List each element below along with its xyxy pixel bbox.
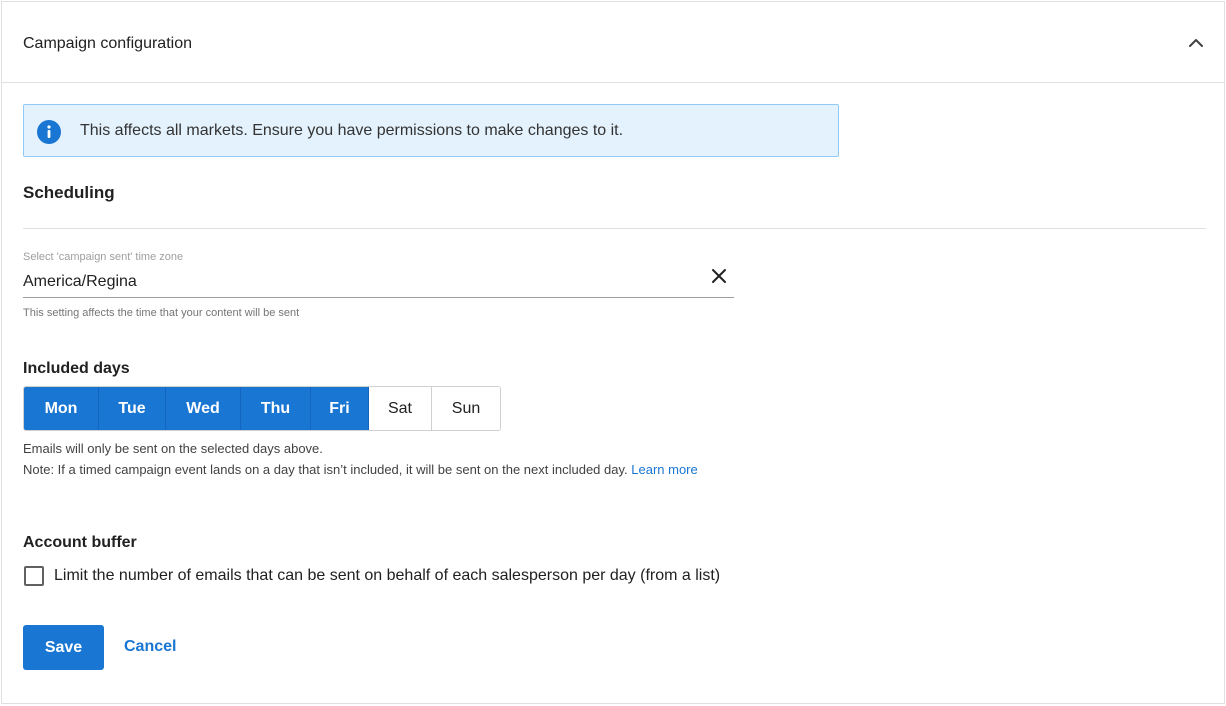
- info-icon: [37, 120, 61, 144]
- included-days-note: Emails will only be sent on the selected…: [23, 438, 723, 480]
- timezone-label: Select 'campaign sent' time zone: [23, 251, 184, 263]
- account-buffer-heading: Account buffer: [23, 534, 137, 551]
- day-toggle-mon[interactable]: Mon: [24, 387, 99, 430]
- days-note-line-1: Emails will only be sent on the selected…: [23, 441, 323, 456]
- day-toggle-sun[interactable]: Sun: [432, 387, 500, 430]
- day-toggle-wed[interactable]: Wed: [166, 387, 241, 430]
- cancel-button[interactable]: Cancel: [124, 638, 176, 656]
- day-toggle-thu[interactable]: Thu: [241, 387, 311, 430]
- close-icon[interactable]: [708, 265, 730, 287]
- timezone-select[interactable]: America/Regina: [23, 273, 137, 291]
- campaign-configuration-panel: Campaign configuration This affects all …: [1, 1, 1225, 704]
- scheduling-heading: Scheduling: [23, 183, 115, 202]
- section-divider: [23, 228, 1206, 229]
- days-note-text: Note: If a timed campaign event lands on…: [23, 462, 628, 477]
- panel-title: Campaign configuration: [23, 35, 192, 52]
- timezone-underline: [23, 297, 734, 298]
- limit-emails-label[interactable]: Limit the number of emails that can be s…: [54, 567, 720, 585]
- day-toggle-fri[interactable]: Fri: [311, 387, 369, 430]
- days-note-line-2: Note: If a timed campaign event lands on…: [23, 459, 723, 480]
- day-toggle-tue[interactable]: Tue: [99, 387, 166, 430]
- chevron-up-icon[interactable]: [1186, 33, 1206, 53]
- info-banner-text: This affects all markets. Ensure you hav…: [80, 122, 624, 139]
- included-days-heading: Included days: [23, 360, 130, 377]
- save-button[interactable]: Save: [23, 625, 104, 670]
- day-toggle-sat[interactable]: Sat: [369, 387, 432, 430]
- limit-emails-checkbox[interactable]: [24, 566, 44, 586]
- info-banner: This affects all markets. Ensure you hav…: [23, 104, 839, 157]
- day-selector: Mon Tue Wed Thu Fri Sat Sun: [23, 386, 501, 431]
- timezone-hint: This setting affects the time that your …: [23, 307, 300, 319]
- learn-more-link[interactable]: Learn more: [631, 462, 697, 477]
- panel-header[interactable]: Campaign configuration: [2, 2, 1224, 83]
